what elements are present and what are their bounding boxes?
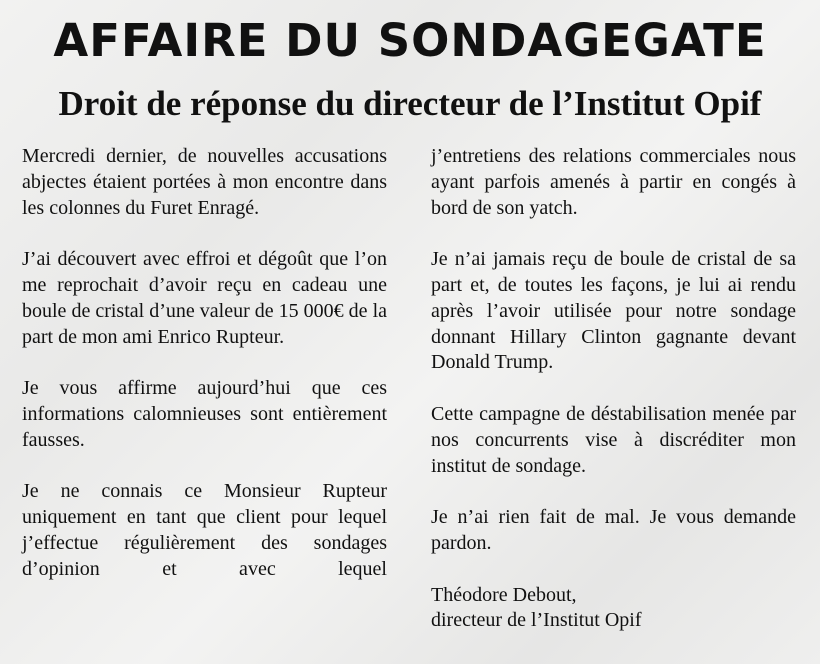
paragraph: Cette campagne de déstabilisation menée … [431, 402, 796, 477]
paragraph: J’ai découvert avec effroi et dégoût que… [22, 248, 387, 348]
signature-name: Théodore Debout, [431, 583, 577, 606]
signature-role: directeur de l’Institut Opif [431, 609, 642, 632]
right-column: j’entretiens des relations commerciales … [431, 144, 796, 634]
signature: Théodore Debout, directeur de l’Institut… [431, 583, 796, 635]
left-column: Mercredi dernier, de nouvelles accusatio… [22, 144, 387, 583]
article-title: AFFAIRE DU SONDAGEGATE [53, 14, 767, 67]
paragraph: Mercredi dernier, de nouvelles accusatio… [22, 145, 387, 219]
article-subtitle: Droit de réponse du directeur de l’Insti… [58, 84, 762, 123]
paragraph: Je n’ai jamais reçu de boule de cristal … [431, 248, 796, 374]
paragraph: Je n’ai rien fait de mal. Je vous demand… [431, 506, 796, 554]
paragraph: Je vous affirme aujourd’hui que ces info… [22, 377, 387, 451]
paragraph: j’entretiens des relations commerciales … [431, 145, 796, 219]
paragraph: Je ne connais ce Monsieur Rupteur unique… [22, 480, 387, 580]
